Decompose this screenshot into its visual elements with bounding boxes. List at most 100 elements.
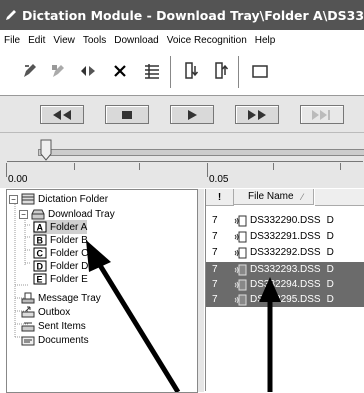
svg-text:D: D	[37, 262, 44, 272]
svg-text:C: C	[37, 249, 44, 259]
folder-e-icon: E	[33, 273, 47, 285]
menu-view[interactable]: View	[53, 35, 75, 46]
priority-cell: 7	[212, 247, 218, 258]
message-tray-icon	[21, 292, 35, 304]
outbox-icon	[21, 306, 35, 318]
play-icon	[81, 66, 95, 76]
column-file-name-label: File Name	[248, 191, 294, 202]
tree-item-folder-c[interactable]: C Folder C	[33, 246, 88, 260]
pane-splitter[interactable]	[198, 189, 204, 392]
toolbar-separator	[238, 56, 239, 88]
column-extra[interactable]	[315, 189, 364, 206]
play-icon	[188, 109, 197, 120]
tree-item-sent-items[interactable]: Sent Items	[21, 319, 86, 333]
priority-cell: 7	[212, 264, 218, 275]
sort-icon: ⁄	[301, 191, 304, 202]
extra-cell: D	[326, 294, 334, 305]
window-button[interactable]	[248, 58, 272, 84]
play-transport-button[interactable]	[170, 105, 214, 124]
skip-end-button[interactable]	[300, 105, 344, 124]
record-icon	[24, 64, 36, 77]
svg-text:A: A	[37, 223, 44, 233]
folder-c-icon: C	[33, 247, 47, 259]
collapse-icon[interactable]: −	[19, 209, 28, 219]
tree-item-documents[interactable]: Documents	[21, 333, 89, 347]
audio-file-icon	[234, 264, 247, 275]
audio-file-icon	[234, 279, 247, 290]
audio-file-icon	[234, 215, 247, 226]
menu-file[interactable]: File	[4, 35, 20, 46]
menu-bar: File Edit View Tools Download Voice Reco…	[0, 31, 364, 51]
menu-tools[interactable]: Tools	[83, 35, 106, 46]
tree-label: Folder A	[50, 221, 88, 233]
folder-d-icon: D	[33, 260, 47, 272]
slider-track[interactable]	[38, 149, 364, 156]
priority-cell: 7	[212, 294, 218, 305]
collapse-icon[interactable]: −	[9, 194, 18, 204]
download-icon	[185, 62, 199, 79]
priority-cell: 7	[212, 279, 218, 290]
tree-item-download-tray[interactable]: − Download Tray	[19, 207, 115, 221]
window-title: Dictation Module - Download Tray\Folder …	[22, 7, 364, 23]
file-name-cell: DS332294.DSS	[250, 279, 321, 290]
folder-tree: − Dictation Folder − Download Tray A Fol…	[6, 189, 198, 393]
edit-icon	[52, 65, 64, 77]
download-button[interactable]	[180, 58, 204, 84]
extra-cell: D	[326, 215, 334, 226]
stop-button[interactable]	[105, 105, 149, 124]
play-button[interactable]	[76, 58, 100, 84]
audio-file-icon	[234, 294, 247, 305]
tree-item-folder-e[interactable]: E Folder E	[33, 272, 88, 286]
table-row-selected[interactable]: 7 DS332294.DSS D	[206, 277, 364, 292]
extra-cell: D	[326, 231, 334, 242]
properties-icon	[145, 64, 159, 79]
audio-file-icon	[234, 247, 247, 258]
delete-button[interactable]	[108, 58, 132, 84]
file-name-cell: DS332290.DSS	[250, 215, 321, 226]
tree-item-message-tray[interactable]: Message Tray	[21, 291, 101, 305]
fast-forward-button[interactable]	[235, 105, 279, 124]
record-button[interactable]	[18, 58, 42, 84]
tree-label: Dictation Folder	[38, 193, 109, 205]
svg-text:B: B	[37, 236, 44, 246]
properties-button[interactable]	[140, 58, 164, 84]
tree-item-folder-a[interactable]: A Folder A	[33, 220, 88, 234]
svg-text:E: E	[37, 275, 43, 285]
tick-mark	[207, 163, 208, 177]
file-name-cell: DS332291.DSS	[250, 231, 321, 242]
delete-icon	[114, 65, 126, 77]
tree-item-dictation-folder[interactable]: − Dictation Folder	[9, 192, 108, 206]
table-row[interactable]: 7 DS332292.DSS D	[206, 245, 364, 260]
tick-mark	[340, 163, 341, 170]
column-priority[interactable]: !	[206, 189, 234, 206]
table-row[interactable]: 7 DS332290.DSS D	[206, 213, 364, 228]
menu-help[interactable]: Help	[255, 35, 276, 46]
menu-download[interactable]: Download	[114, 35, 158, 46]
edit-button[interactable]	[46, 58, 70, 84]
extra-cell: D	[326, 247, 334, 258]
stop-icon	[122, 110, 132, 119]
table-row-selected[interactable]: 7 DS332295.DSS D	[206, 292, 364, 307]
toolbar	[0, 50, 364, 96]
table-row-selected[interactable]: 7 DS332293.DSS D	[206, 262, 364, 277]
title-bar: Dictation Module - Download Tray\Folder …	[0, 0, 364, 30]
tree-item-outbox[interactable]: Outbox	[21, 305, 70, 319]
rewind-button[interactable]	[40, 105, 84, 124]
tree-label: Outbox	[38, 306, 71, 318]
priority-cell: 7	[212, 215, 218, 226]
menu-edit[interactable]: Edit	[28, 35, 45, 46]
toolbar-separator	[170, 56, 171, 88]
tick-mark	[6, 163, 7, 177]
table-row[interactable]: 7 DS332291.DSS D	[206, 229, 364, 244]
menu-voice-recognition[interactable]: Voice Recognition	[167, 35, 247, 46]
tree-item-folder-d[interactable]: D Folder D	[33, 259, 88, 273]
tree-item-folder-b[interactable]: B Folder B	[33, 233, 88, 247]
column-file-name[interactable]: File Name ⁄	[234, 189, 314, 205]
sent-items-icon	[21, 320, 35, 332]
timeline-ruler	[7, 161, 363, 162]
rewind-icon	[53, 109, 71, 120]
tick-mark	[74, 163, 75, 170]
pen-icon	[4, 6, 18, 24]
upload-button[interactable]	[210, 58, 234, 84]
tick-mark	[273, 163, 274, 170]
